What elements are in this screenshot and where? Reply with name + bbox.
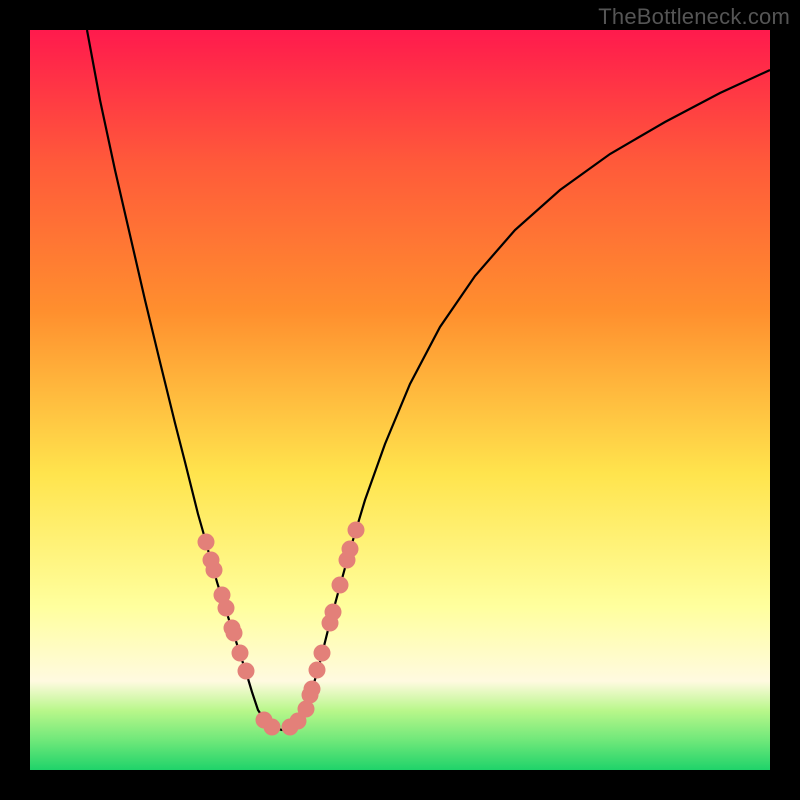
chart-svg [30, 30, 770, 770]
watermark-text: TheBottleneck.com [598, 4, 790, 30]
data-marker [348, 522, 365, 539]
data-marker [206, 562, 223, 579]
data-marker [198, 534, 215, 551]
data-marker [304, 681, 321, 698]
data-marker [325, 604, 342, 621]
gradient-background [30, 30, 770, 770]
data-marker [309, 662, 326, 679]
plot-area [30, 30, 770, 770]
data-marker [332, 577, 349, 594]
data-marker [342, 541, 359, 558]
data-marker [238, 663, 255, 680]
data-marker [232, 645, 249, 662]
data-marker [264, 719, 281, 736]
data-marker [218, 600, 235, 617]
data-marker [226, 625, 243, 642]
chart-frame: TheBottleneck.com [0, 0, 800, 800]
data-marker [314, 645, 331, 662]
